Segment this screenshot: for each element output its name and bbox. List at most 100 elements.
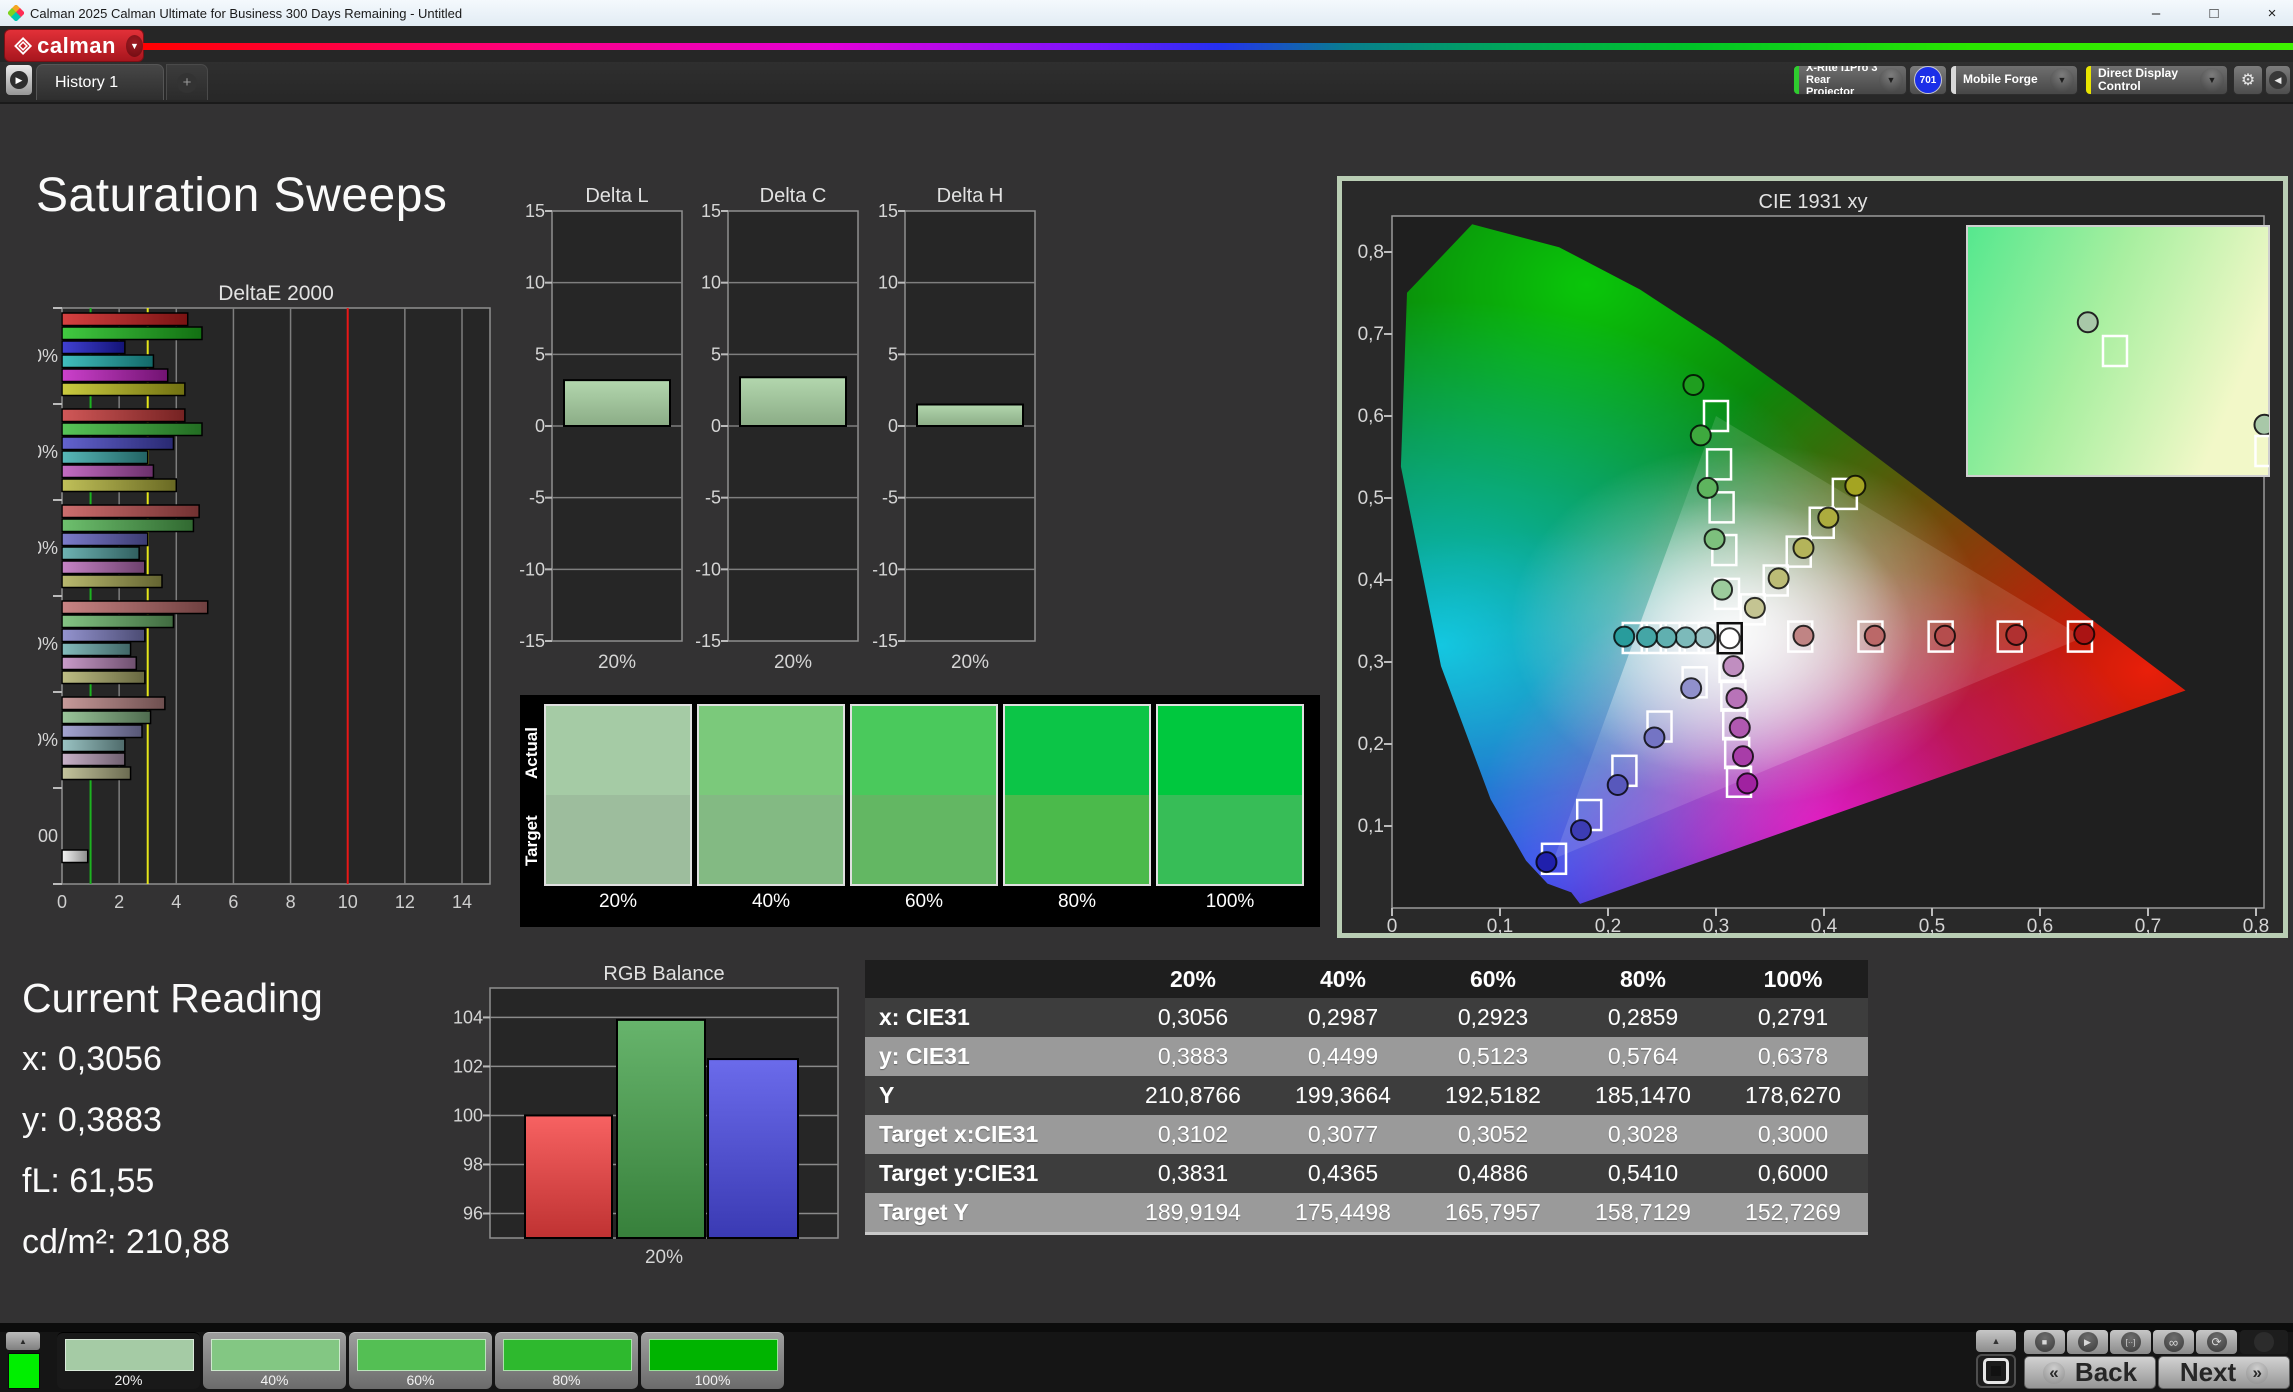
stop-button[interactable]: ■ (2024, 1330, 2065, 1354)
saturation-level-button-60%[interactable]: 60% (349, 1332, 492, 1389)
pattern-source-dropdown[interactable]: Mobile Forge ▼ (1950, 65, 2078, 95)
table-header: 80% (1568, 960, 1718, 998)
actual-swatch (852, 706, 996, 795)
svg-text:20%: 20% (951, 652, 989, 673)
continuous-read-button[interactable]: ∞ (2153, 1330, 2194, 1354)
svg-text:4: 4 (171, 892, 181, 912)
table-cell: 0,3052 (1418, 1115, 1568, 1154)
table-cell: 0,5123 (1418, 1037, 1568, 1076)
svg-text:-5: -5 (882, 488, 898, 508)
play-icon: ▶ (10, 71, 28, 89)
chevron-double-left-icon: « (2042, 1361, 2065, 1384)
logo-dropdown-arrow-icon[interactable]: ▼ (125, 34, 143, 57)
meter-dropdown[interactable]: X-Rite i1Pro 3 Rear Projector ▼ (1793, 65, 1907, 95)
maximize-button[interactable]: □ (2205, 5, 2223, 22)
settings-button[interactable]: ⚙ (2233, 65, 2263, 95)
table-cell: 0,2987 (1268, 998, 1418, 1037)
minimize-button[interactable]: – (2147, 5, 2165, 22)
chevron-double-right-icon: » (2246, 1361, 2269, 1384)
stop-icon: ■ (2034, 1332, 2055, 1352)
delta-e-2000-chart: DeltaE 2000 100% 80% 60% 40% 20% 100 0 2 4 6 8 10 12 1… (12, 282, 503, 916)
swatch-column-label: 60% (904, 891, 944, 912)
level-label: 20% (114, 1372, 143, 1388)
svg-text:20%: 20% (598, 652, 636, 673)
table-corner (865, 960, 1118, 998)
table-row-label: x: CIE31 (865, 998, 1118, 1037)
saturation-level-button-80%[interactable]: 80% (495, 1332, 638, 1389)
svg-text:0: 0 (1387, 916, 1398, 937)
level-swatch (649, 1339, 778, 1371)
svg-text:15: 15 (701, 201, 721, 221)
svg-text:102: 102 (453, 1056, 483, 1076)
table-cell: 0,2791 (1718, 998, 1868, 1037)
pattern-tray-expand-button[interactable]: ▲ (6, 1332, 40, 1350)
level-swatch (65, 1339, 194, 1371)
add-tab-button[interactable]: + (166, 64, 208, 100)
svg-text:14: 14 (452, 892, 472, 912)
meter-sync-button[interactable]: 701 (1909, 65, 1947, 95)
table-cell: 178,6270 (1718, 1076, 1868, 1115)
svg-text:5: 5 (711, 344, 721, 364)
play-icon: ▶ (2077, 1332, 2098, 1352)
svg-text:-15: -15 (520, 631, 545, 651)
rgb-balance-chart: RGB Balance 96 98 100 102 104 20% (440, 960, 875, 1275)
svg-text:96: 96 (463, 1203, 483, 1223)
loop-button[interactable]: ⟳ (2196, 1330, 2237, 1354)
collapse-panel-button[interactable]: ◀ (2265, 65, 2291, 95)
table-row-label: y: CIE31 (865, 1037, 1118, 1076)
target-swatch (852, 795, 996, 884)
cie-1931-chart: CIE 1931 xy 0 0,1 0,2 0,3 0,4 0,5 0,6 0,7 0,8 0,1 0… (1337, 176, 2288, 938)
meter-name: X-Rite i1Pro 3 (1806, 65, 1878, 74)
table-cell: 0,5764 (1568, 1037, 1718, 1076)
back-button[interactable]: « Back (2024, 1356, 2156, 1389)
swatch-column-label: 100% (1205, 891, 1255, 912)
target-row-label: Target (522, 815, 541, 867)
table-header: 100% (1718, 960, 1868, 998)
table-cell: 0,3102 (1118, 1115, 1268, 1154)
logo-row: calman ▼ (0, 26, 2293, 62)
table-header: 60% (1418, 960, 1568, 998)
display-control-dropdown[interactable]: Direct Display Control ▼ (2085, 65, 2228, 95)
close-button[interactable]: × (2263, 5, 2281, 22)
target-swatch (1005, 795, 1149, 884)
swatch-column-label: 20% (598, 891, 638, 912)
tab-history-1[interactable]: History 1 (36, 64, 164, 100)
target-swatch (1158, 795, 1302, 884)
meter-mode: Rear Projector (1806, 73, 1855, 95)
window-titlebar: Calman 2025 Calman Ultimate for Business… (0, 0, 2293, 26)
table-cell: 199,3664 (1268, 1076, 1418, 1115)
toolbar: ▶ History 1 + X-Rite i1Pro 3 Rear Projec… (0, 62, 2293, 104)
table-row-label: Y (865, 1076, 1118, 1115)
next-label: Next (2179, 1357, 2237, 1387)
svg-text:0,8: 0,8 (1358, 242, 1384, 263)
saturation-level-button-100%[interactable]: 100% (641, 1332, 784, 1389)
play-button[interactable]: ▶ (2067, 1330, 2108, 1354)
svg-text:5: 5 (888, 344, 898, 364)
svg-text:100%: 100% (38, 346, 58, 366)
next-button[interactable]: Next » (2158, 1356, 2290, 1389)
current-reading-panel: Current Reading x: 0,3056 y: 0,3883 fL: … (22, 975, 323, 1284)
saturation-level-button-20%[interactable]: 20% (57, 1332, 200, 1389)
display-control-name: Direct Display Control (2098, 65, 2179, 93)
svg-text:-15: -15 (696, 631, 721, 651)
svg-text:-10: -10 (696, 559, 721, 579)
reading-x: x: 0,3056 (22, 1040, 162, 1078)
table-cell: 0,3883 (1118, 1037, 1268, 1076)
svg-text:0,7: 0,7 (2135, 916, 2161, 937)
calman-menu-button[interactable]: calman ▼ (4, 29, 144, 62)
table-cell: 0,5410 (1568, 1154, 1718, 1193)
transport-expand-button[interactable]: ▲ (1976, 1330, 2016, 1352)
table-cell: 0,6378 (1718, 1037, 1868, 1076)
read-series-button[interactable]: [··] (2110, 1330, 2151, 1354)
saturation-level-button-40%[interactable]: 40% (203, 1332, 346, 1389)
meter-count-badge: 701 (1914, 66, 1942, 94)
table-cell: 0,3056 (1118, 998, 1268, 1037)
pattern-window-button[interactable] (1976, 1354, 2016, 1388)
workflow-run-button[interactable]: ▶ (6, 65, 32, 95)
swatch-column-100% (1156, 704, 1304, 886)
table-cell: 0,2859 (1568, 998, 1718, 1037)
svg-text:12: 12 (395, 892, 415, 912)
table-cell: 0,4886 (1418, 1154, 1568, 1193)
reading-fl: fL: 61,55 (22, 1162, 155, 1200)
current-reading-title: Current Reading (22, 975, 323, 1021)
